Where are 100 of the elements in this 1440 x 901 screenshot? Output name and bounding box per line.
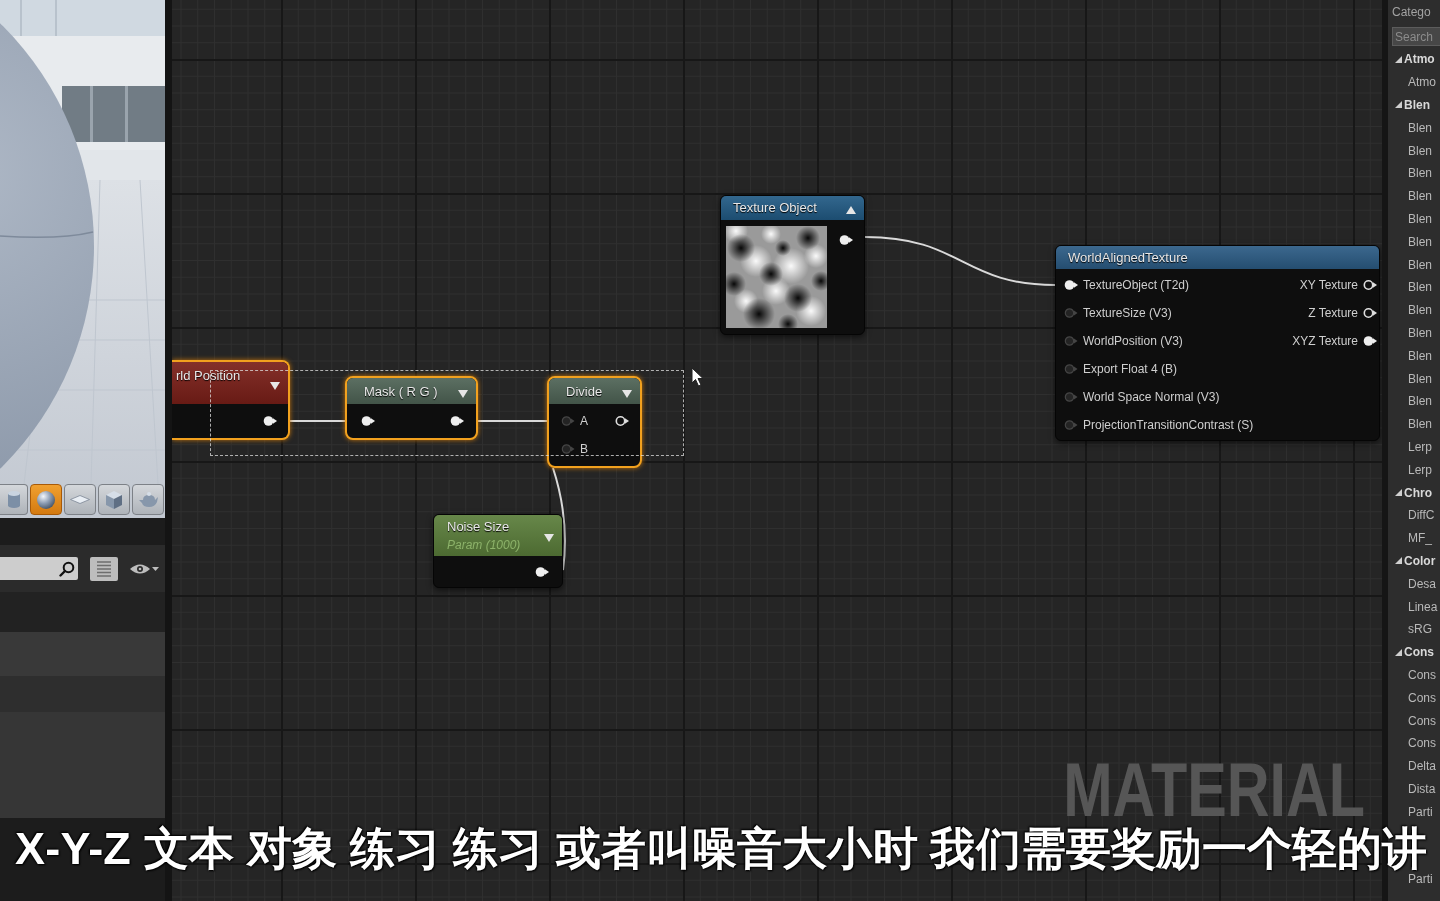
palette-item[interactable]: Blen xyxy=(1388,162,1440,185)
palette-item[interactable]: DiffC xyxy=(1388,503,1440,527)
node-title: WorldAlignedTexture xyxy=(1068,250,1188,265)
pin-label: TextureSize (V3) xyxy=(1083,306,1172,320)
pin-icon[interactable] xyxy=(1363,335,1377,347)
palette-item[interactable]: Cons xyxy=(1388,686,1440,710)
palette-item[interactable]: Blen xyxy=(1388,344,1440,368)
pin-icon[interactable] xyxy=(1064,279,1078,291)
pin-icon[interactable] xyxy=(1363,279,1377,291)
palette-item[interactable]: Blen xyxy=(1388,230,1440,254)
sphere-icon xyxy=(37,490,55,509)
pin-label: WorldPosition (V3) xyxy=(1083,334,1183,348)
palette-item[interactable]: Lerp xyxy=(1388,458,1440,482)
palette-item[interactable]: Blen xyxy=(1388,275,1440,299)
node-title: Noise Size xyxy=(447,519,511,534)
graph-node[interactable]: Noise Size Param (1000) xyxy=(433,514,563,588)
palette-item[interactable]: Blen xyxy=(1388,207,1440,231)
palette-item[interactable]: Lerp xyxy=(1388,435,1440,459)
caret-icon[interactable] xyxy=(846,206,856,214)
palette-item[interactable]: Desa xyxy=(1388,572,1440,596)
palette-item[interactable]: Delta xyxy=(1388,754,1440,778)
pin-icon[interactable] xyxy=(450,415,464,427)
palette-item[interactable]: MF_ xyxy=(1388,526,1440,550)
pin-icon[interactable] xyxy=(361,415,375,427)
pin-label: World Space Normal (V3) xyxy=(1083,390,1220,404)
caret-icon[interactable] xyxy=(458,390,468,398)
preview-shape-button[interactable] xyxy=(98,484,130,515)
category-header[interactable]: Blen xyxy=(1388,93,1440,117)
palette-item[interactable]: sRG xyxy=(1388,617,1440,641)
palette-item[interactable]: Blen xyxy=(1388,184,1440,208)
expand-arrow-icon[interactable] xyxy=(1395,648,1402,656)
eye-icon[interactable] xyxy=(130,562,150,575)
pin-icon[interactable] xyxy=(263,415,277,427)
pin-label: B xyxy=(580,442,588,456)
wire xyxy=(289,420,346,422)
pin-icon[interactable] xyxy=(535,566,549,578)
palette-item[interactable]: Dista xyxy=(1388,777,1440,801)
search-field[interactable]: Search xyxy=(1392,27,1440,46)
caret-icon[interactable] xyxy=(622,390,632,398)
palette-item[interactable]: Blen xyxy=(1388,139,1440,162)
cube-icon xyxy=(106,490,122,509)
palette-item[interactable]: Blen xyxy=(1388,389,1440,413)
category-header[interactable]: Chro xyxy=(1388,481,1440,504)
palette-item[interactable]: Cons xyxy=(1388,709,1440,732)
teapot-icon xyxy=(138,492,158,507)
pin-label: ProjectionTransitionContrast (S) xyxy=(1083,418,1254,432)
wire xyxy=(477,420,548,422)
palette-item[interactable]: Parti xyxy=(1388,800,1440,824)
graph-node[interactable]: Mask ( R G ) xyxy=(345,376,478,440)
category-header[interactable]: Cons xyxy=(1388,640,1440,664)
node-title: Texture Object xyxy=(733,200,817,215)
category-header[interactable]: Color xyxy=(1388,549,1440,573)
search-field[interactable] xyxy=(0,557,78,580)
graph-node[interactable]: Texture Object xyxy=(720,195,865,335)
palette-item[interactable]: Linea xyxy=(1388,595,1440,618)
cursor-icon xyxy=(691,367,704,387)
palette-item[interactable]: Atmo xyxy=(1388,70,1440,94)
expand-arrow-icon[interactable] xyxy=(1395,557,1402,565)
plane-icon xyxy=(70,495,90,504)
category-header[interactable]: Atmo xyxy=(1388,48,1440,71)
pin-label: TextureObject (T2d) xyxy=(1083,278,1190,292)
node-title: Mask ( R G ) xyxy=(364,384,438,399)
graph-node[interactable]: WorldAlignedTexture TextureObject (T2d) XY Texture TextureSize (V3) Z Texture WorldPosition (V3) XYZ Texture Export Float 4 (B) World Space Normal (V3) ProjectionTransitionContrast (S) xyxy=(1055,245,1380,441)
graph-type-label: MATERIAL xyxy=(1063,760,1365,820)
graph-node[interactable]: Divide A B xyxy=(547,376,642,468)
palette-item[interactable]: Blen xyxy=(1388,253,1440,276)
cylinder-icon xyxy=(7,491,20,508)
preview-shape-button[interactable] xyxy=(0,484,28,515)
caret-icon[interactable] xyxy=(544,533,554,542)
graph-node[interactable]: rld Position xyxy=(172,360,290,440)
preview-shape-button[interactable] xyxy=(64,484,96,515)
pin-icon[interactable] xyxy=(615,415,629,427)
palette-item[interactable]: Blen xyxy=(1388,298,1440,322)
pin-label: XY Texture xyxy=(1299,278,1358,292)
palette-item[interactable]: Blen xyxy=(1388,412,1440,436)
palette-item[interactable]: Blen xyxy=(1388,321,1440,345)
expand-arrow-icon[interactable] xyxy=(1395,55,1402,63)
node-subtitle: Param (1000) xyxy=(447,538,521,553)
node-title: rld Position xyxy=(176,368,241,383)
pin-label: Z Texture xyxy=(1308,306,1358,320)
palette-item[interactable]: Blen xyxy=(1388,367,1440,390)
pin-icon[interactable] xyxy=(839,234,853,246)
expand-arrow-icon[interactable] xyxy=(1395,101,1402,109)
palette-item[interactable]: Blen xyxy=(1388,116,1440,140)
subtitle-caption: X-Y-Z 文本 对象 练习 练习 或者叫噪音大小时 我们需要奖励一个轻的讲 xyxy=(15,824,1428,873)
palette-header: Catego xyxy=(1391,4,1432,21)
pin-label: A xyxy=(580,414,588,428)
expand-arrow-icon[interactable] xyxy=(1395,489,1402,497)
pin-label: Export Float 4 (B) xyxy=(1083,362,1178,376)
preview-shape-button[interactable] xyxy=(132,484,164,515)
palette-item[interactable]: Cons xyxy=(1388,731,1440,755)
preview-shape-button[interactable] xyxy=(30,484,62,515)
caret-icon[interactable] xyxy=(270,382,280,390)
node-title: Divide xyxy=(566,384,603,399)
pin-label: XYZ Texture xyxy=(1292,334,1358,348)
caret-icon[interactable] xyxy=(152,566,159,571)
pin-icon[interactable] xyxy=(1363,307,1377,319)
search-icon xyxy=(59,560,75,577)
list-view-icon[interactable] xyxy=(90,556,118,581)
palette-item[interactable]: Cons xyxy=(1388,663,1440,687)
